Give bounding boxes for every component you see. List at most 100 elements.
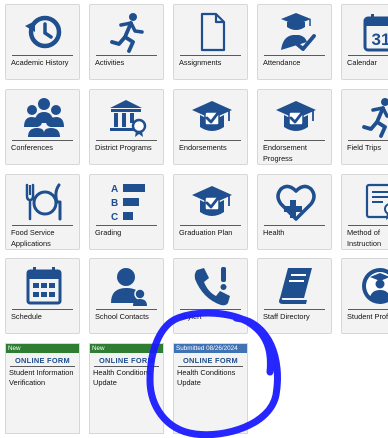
form-name: Health Conditions Update — [177, 368, 236, 388]
form-status-badge: Submitted 08/26/2024 — [174, 344, 247, 353]
tile-label: Endorsements — [179, 143, 227, 152]
tile-academic-history[interactable]: Academic History — [5, 4, 80, 80]
tile-method-of-instruction[interactable]: Method of Instruction — [341, 174, 388, 250]
form-type-label: ONLINE FORM — [182, 356, 239, 365]
book-icon — [258, 266, 331, 306]
calendar-date: 31 — [371, 30, 388, 49]
tile-label: Assignments — [179, 58, 222, 67]
online-form-health-conditions-update-submitted[interactable]: Submitted 08/26/2024 ONLINE FORM Health … — [173, 343, 248, 434]
schedule-grid-icon — [6, 266, 79, 306]
tile-attendance[interactable]: Attendance — [257, 4, 332, 80]
calendar-icon: 31 — [342, 12, 388, 52]
tile-district-programs[interactable]: District Programs — [89, 89, 164, 165]
tile-graduation-plan[interactable]: Graduation Plan — [173, 174, 248, 250]
tile-label: Field Trips — [347, 143, 382, 152]
tile-grading[interactable]: A B C Grading — [89, 174, 164, 250]
tile-label: Attendance — [263, 58, 301, 67]
online-form-student-information-verification[interactable]: New ONLINE FORM Student Information Veri… — [5, 343, 80, 434]
group-icon — [6, 97, 79, 137]
graduation-cap-check-icon — [258, 97, 331, 137]
tile-endorsement-progress[interactable]: Endorsement Progress — [257, 89, 332, 165]
tile-divider — [264, 309, 325, 310]
tile-divider — [264, 225, 325, 226]
graduation-cap-check-icon — [174, 182, 247, 222]
tile-divider — [348, 309, 388, 310]
tile-label: Method of Instruction — [347, 228, 382, 248]
plate-utensils-icon — [6, 182, 79, 222]
document-icon — [174, 12, 247, 52]
tile-label: Grading — [95, 228, 122, 237]
tile-divider — [12, 55, 73, 56]
tile-divider — [12, 309, 73, 310]
tile-health[interactable]: Health — [257, 174, 332, 250]
tile-divider — [178, 366, 243, 367]
grade-letter: B — [111, 198, 118, 209]
form-name: Student Information Verification — [9, 368, 74, 388]
tile-student-profile[interactable]: Student Profile — [341, 258, 388, 334]
certificate-icon — [342, 182, 388, 222]
tile-endorsements[interactable]: Endorsements — [173, 89, 248, 165]
tile-conferences[interactable]: Conferences — [5, 89, 80, 165]
running-person-icon — [342, 97, 388, 138]
graduate-check-icon — [258, 12, 331, 52]
tile-divider — [348, 140, 388, 141]
tile-label: Food Service Applications — [11, 228, 55, 248]
tile-food-service-applications[interactable]: Food Service Applications — [5, 174, 80, 250]
heart-plus-icon — [258, 182, 331, 222]
tile-label: District Programs — [95, 143, 152, 152]
tile-divider — [10, 366, 75, 367]
form-name: Health Conditions Update — [93, 368, 152, 388]
tile-label: Skylert — [179, 312, 202, 321]
tile-divider — [12, 140, 73, 141]
tile-label: Endorsement Progress — [263, 143, 307, 163]
history-icon — [6, 12, 79, 52]
portal-tile-grid: Academic History Activities Assignments — [0, 0, 388, 438]
tile-divider — [180, 309, 241, 310]
tile-divider — [264, 55, 325, 56]
form-status-badge: New — [90, 344, 163, 353]
grade-letter: C — [111, 212, 118, 223]
tile-divider — [348, 225, 388, 226]
tile-label: Health — [263, 228, 285, 237]
tile-calendar[interactable]: 31 Calendar — [341, 4, 388, 80]
tile-divider — [96, 309, 157, 310]
form-type-label: ONLINE FORM — [14, 356, 71, 365]
tile-field-trips[interactable]: Field Trips — [341, 89, 388, 165]
tile-activities[interactable]: Activities — [89, 4, 164, 80]
tile-skylert[interactable]: Skylert — [173, 258, 248, 334]
tile-label: School Contacts — [95, 312, 149, 321]
tile-staff-directory[interactable]: Staff Directory — [257, 258, 332, 334]
tile-divider — [348, 55, 388, 56]
tile-label: Activities — [95, 58, 125, 67]
tile-divider — [264, 140, 325, 141]
tile-label: Academic History — [11, 58, 69, 67]
tile-label: Staff Directory — [263, 312, 310, 321]
form-status-badge: New — [6, 344, 79, 353]
tile-school-contacts[interactable]: School Contacts — [89, 258, 164, 334]
tile-divider — [94, 366, 159, 367]
tile-divider — [12, 225, 73, 226]
tile-label: Calendar — [347, 58, 377, 67]
running-person-icon — [90, 12, 163, 53]
building-icon — [90, 97, 163, 137]
grade-list-icon: A B C — [90, 182, 163, 223]
tile-divider — [96, 225, 157, 226]
grade-letter: A — [111, 184, 118, 195]
online-form-health-conditions-update[interactable]: New ONLINE FORM Health Conditions Update — [89, 343, 164, 434]
student-profile-icon — [342, 266, 388, 306]
tile-label: Schedule — [11, 312, 42, 321]
tile-divider — [180, 140, 241, 141]
graduation-cap-check-icon — [174, 97, 247, 137]
tile-assignments[interactable]: Assignments — [173, 4, 248, 80]
tile-label: Conferences — [11, 143, 53, 152]
tile-divider — [96, 55, 157, 56]
tile-divider — [96, 140, 157, 141]
tile-divider — [180, 225, 241, 226]
tile-divider — [180, 55, 241, 56]
form-type-label: ONLINE FORM — [98, 356, 155, 365]
phone-alert-icon — [174, 266, 247, 306]
contact-person-icon — [90, 266, 163, 306]
tile-schedule[interactable]: Schedule — [5, 258, 80, 334]
tile-label: Student Profile — [347, 312, 388, 321]
tile-label: Graduation Plan — [179, 228, 233, 237]
